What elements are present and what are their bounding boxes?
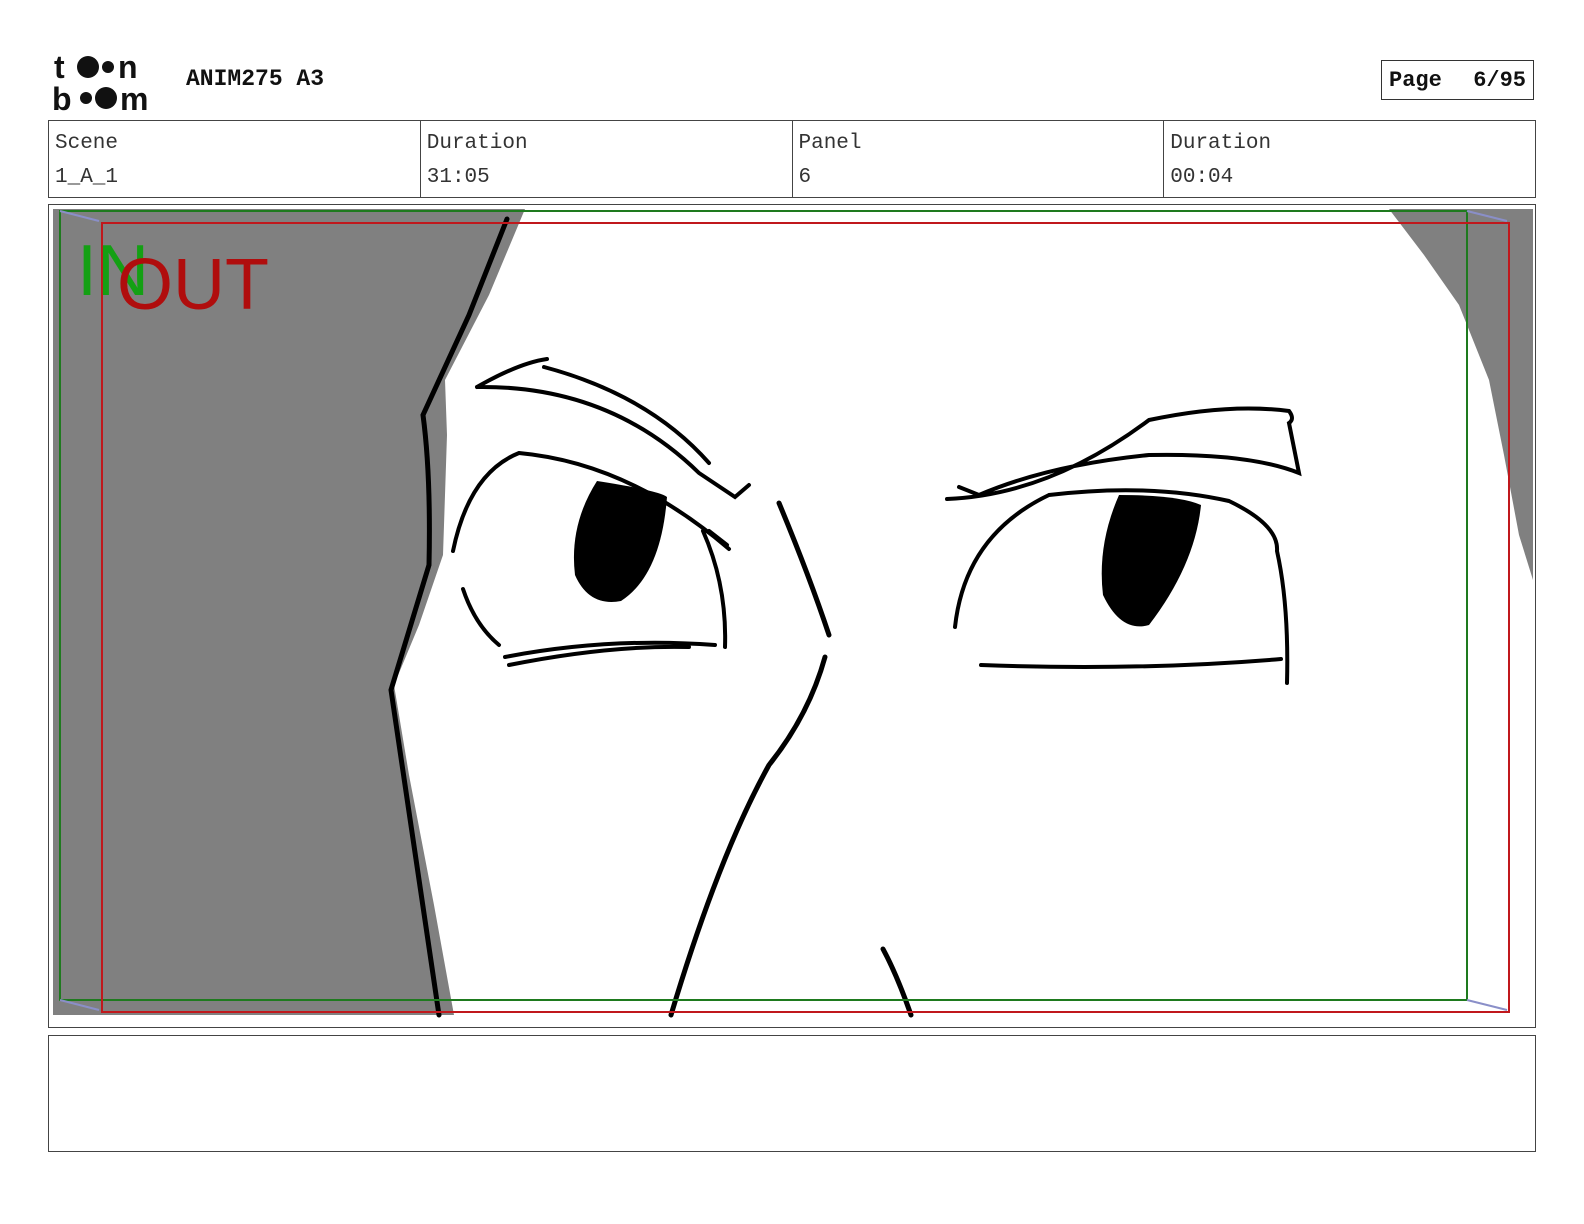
svg-text:b: b	[52, 81, 72, 112]
panel-notes-box[interactable]	[48, 1035, 1536, 1152]
right-shadow-shape	[1389, 209, 1533, 580]
svg-text:n: n	[118, 50, 138, 85]
scene-duration-label: Duration	[426, 132, 528, 155]
scene-value: 1_A_1	[55, 166, 119, 189]
panel-duration-label: Duration	[1170, 132, 1272, 155]
panel-value: 6	[798, 166, 812, 189]
svg-text:m: m	[120, 81, 148, 112]
scene-duration-value: 31:05	[426, 166, 490, 189]
left-eye-lower-lid	[503, 640, 717, 667]
page-label: Page	[1389, 67, 1442, 93]
page-number: 6/95	[1473, 67, 1526, 93]
panel-label: Panel	[798, 132, 862, 155]
scene-cell: Scene 1_A_1	[49, 121, 421, 197]
right-eye-pupil	[1101, 495, 1201, 627]
toon-boom-logo: t n b m toon	[52, 50, 148, 112]
scene-label: Scene	[55, 132, 119, 155]
storyboard-panel: IN OUT	[48, 204, 1536, 1028]
project-title: ANIM275 A3	[186, 66, 325, 92]
panel-cell: Panel 6	[793, 121, 1165, 197]
scene-duration-cell: Duration 31:05	[421, 121, 793, 197]
out-label: OUT	[117, 245, 269, 325]
left-shadow-shape	[53, 209, 525, 1015]
scene-info-table: Scene 1_A_1 Duration 31:05 Panel 6 Durat…	[48, 120, 1536, 198]
panel-duration-cell: Duration 00:04	[1164, 121, 1535, 197]
camera-arrow-bottom-right	[1466, 999, 1508, 1011]
nose-bridge	[668, 500, 914, 1018]
right-eyebrow	[945, 406, 1302, 501]
page-indicator: Page 6/95	[1381, 60, 1534, 100]
svg-text:t: t	[54, 50, 65, 85]
left-eye-pupil	[573, 481, 667, 602]
panel-drawing	[53, 209, 1533, 1018]
panel-duration-value: 00:04	[1170, 166, 1234, 189]
right-eye-lower-lid	[979, 657, 1283, 669]
